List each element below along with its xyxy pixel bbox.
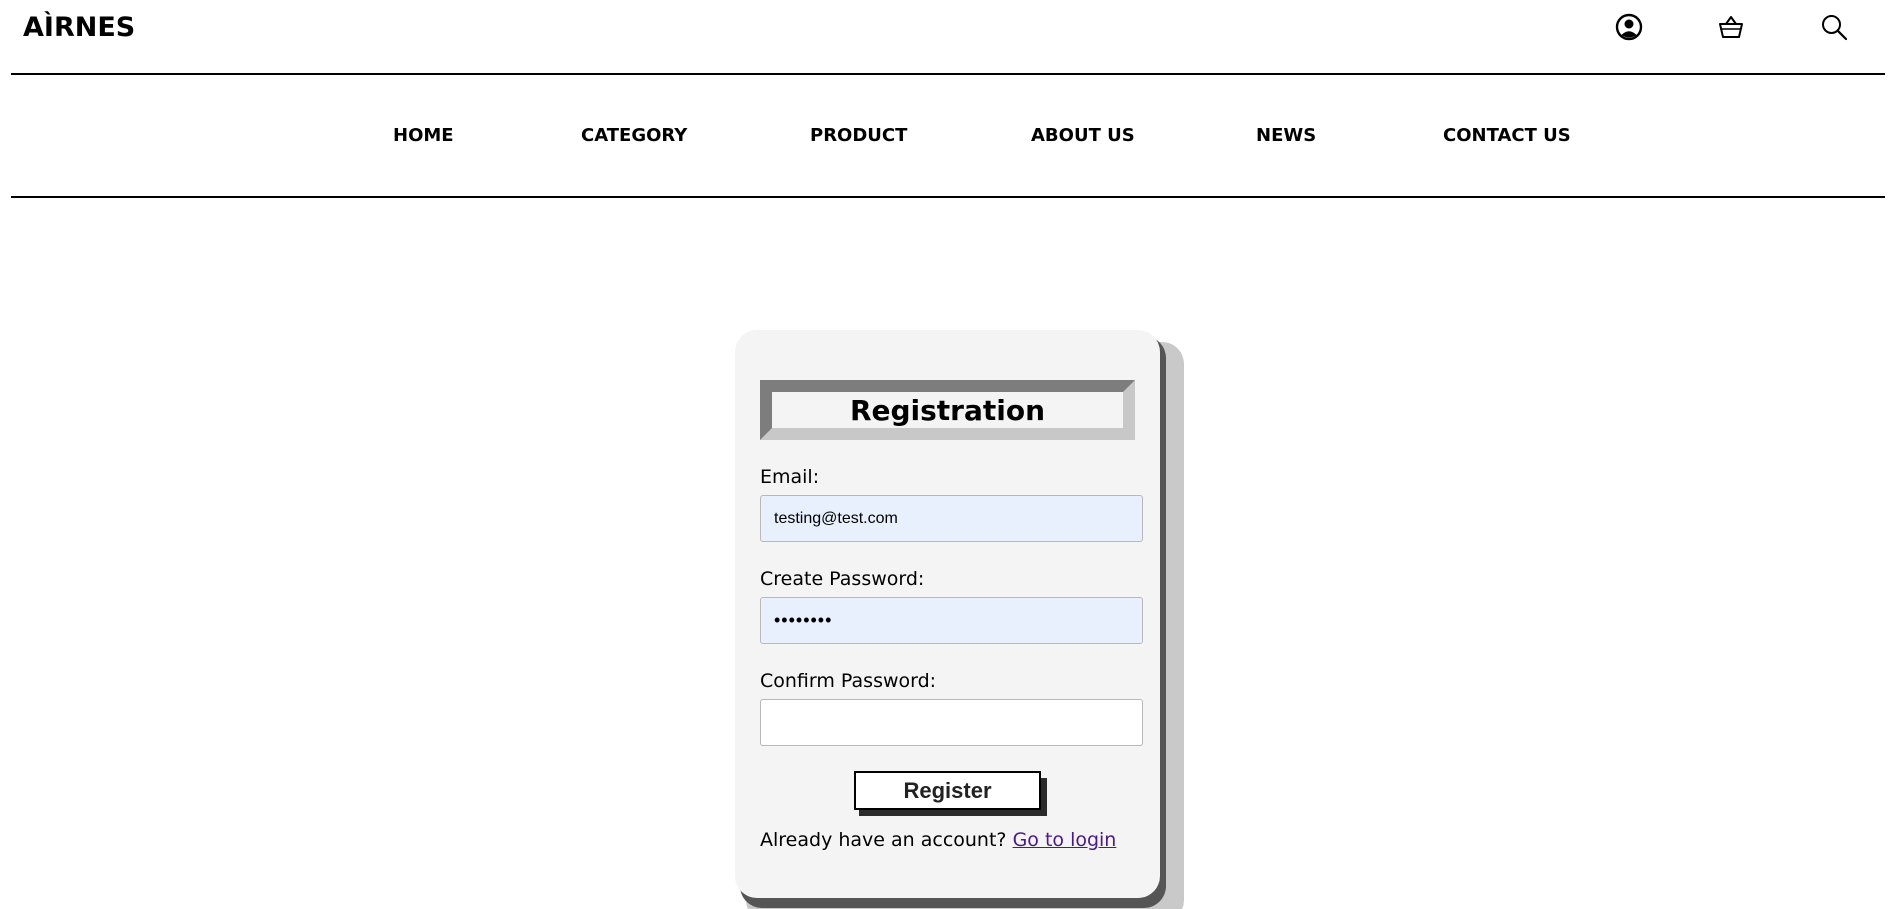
- nav-news[interactable]: NEWS: [1256, 125, 1316, 146]
- login-prompt: Already have an account? Go to login: [760, 829, 1116, 851]
- shopping-basket-icon[interactable]: [1716, 12, 1746, 42]
- user-account-icon[interactable]: [1614, 12, 1644, 42]
- registration-title-box: Registration: [760, 380, 1135, 440]
- email-label: Email:: [760, 466, 820, 488]
- main-navigation: HOME CATEGORY PRODUCT ABOUT US NEWS CONT…: [0, 125, 1899, 149]
- email-field[interactable]: [760, 495, 1143, 542]
- create-password-field[interactable]: [760, 597, 1143, 644]
- nav-category[interactable]: CATEGORY: [581, 125, 687, 146]
- nav-about-us[interactable]: ABOUT US: [1031, 125, 1135, 146]
- nav-divider: [11, 196, 1885, 198]
- confirm-password-field[interactable]: [760, 699, 1143, 746]
- nav-home[interactable]: HOME: [393, 125, 454, 146]
- go-to-login-link[interactable]: Go to login: [1013, 829, 1117, 851]
- register-button[interactable]: Register: [854, 771, 1041, 810]
- create-password-label: Create Password:: [760, 568, 925, 590]
- page: AÌRNES HOME CATEGORY PRODUCT ABOUT US NE…: [0, 0, 1899, 909]
- confirm-password-label: Confirm Password:: [760, 670, 937, 692]
- header-divider: [11, 73, 1885, 75]
- site-logo[interactable]: AÌRNES: [23, 12, 135, 43]
- search-icon[interactable]: [1819, 12, 1849, 42]
- account-prompt-text: Already have an account?: [760, 829, 1007, 851]
- nav-product[interactable]: PRODUCT: [810, 125, 907, 146]
- nav-contact-us[interactable]: CONTACT US: [1443, 125, 1571, 146]
- registration-title: Registration: [849, 393, 1046, 427]
